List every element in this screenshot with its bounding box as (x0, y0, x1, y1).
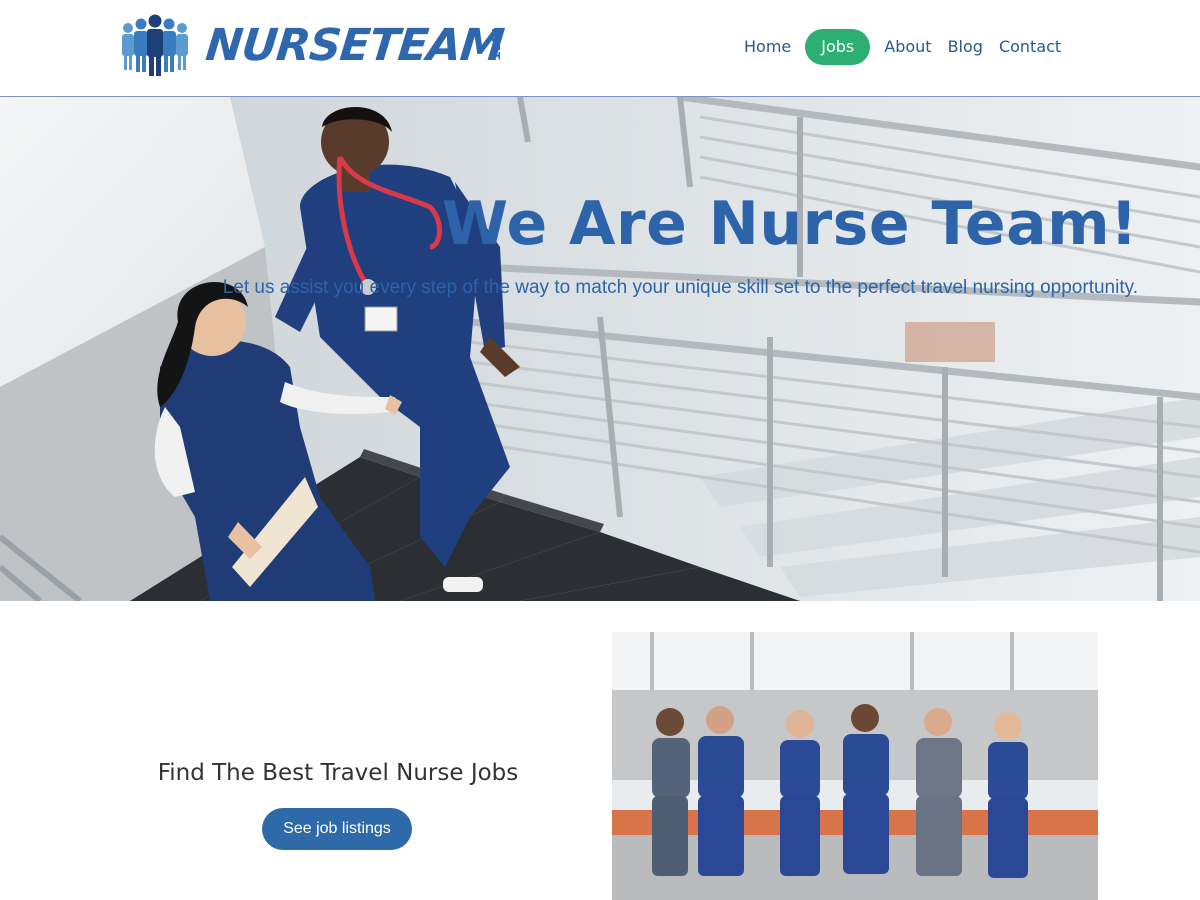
nav-home[interactable]: Home (736, 29, 799, 65)
hero-title: We Are Nurse Team! (441, 189, 1138, 259)
jobs-heading: Find The Best Travel Nurse Jobs (157, 760, 519, 786)
nav-jobs[interactable]: Jobs (805, 29, 871, 65)
site-logo[interactable]: NURSETEAM .NET (120, 14, 520, 78)
nav-about[interactable]: About (876, 29, 939, 65)
site-header: NURSETEAM .NET Home Jobs About Blog Cont… (0, 0, 1200, 97)
hero-subtitle: Let us assist you every step of the way … (222, 277, 1138, 298)
hero-banner: We Are Nurse Team! Let us assist you eve… (0, 97, 1200, 601)
nav-blog[interactable]: Blog (940, 29, 991, 65)
nurse-team-logo-icon (122, 14, 188, 76)
team-photo (612, 632, 1098, 900)
logo-suffix: .NET (489, 28, 502, 61)
see-job-listings-button[interactable]: See job listings (262, 808, 412, 850)
logo-wordmark: NURSETEAM (203, 20, 506, 71)
nav-contact[interactable]: Contact (991, 29, 1069, 65)
main-navigation: Home Jobs About Blog Contact (736, 29, 1069, 65)
hero-image-nurses-on-stairs (0, 97, 1200, 601)
